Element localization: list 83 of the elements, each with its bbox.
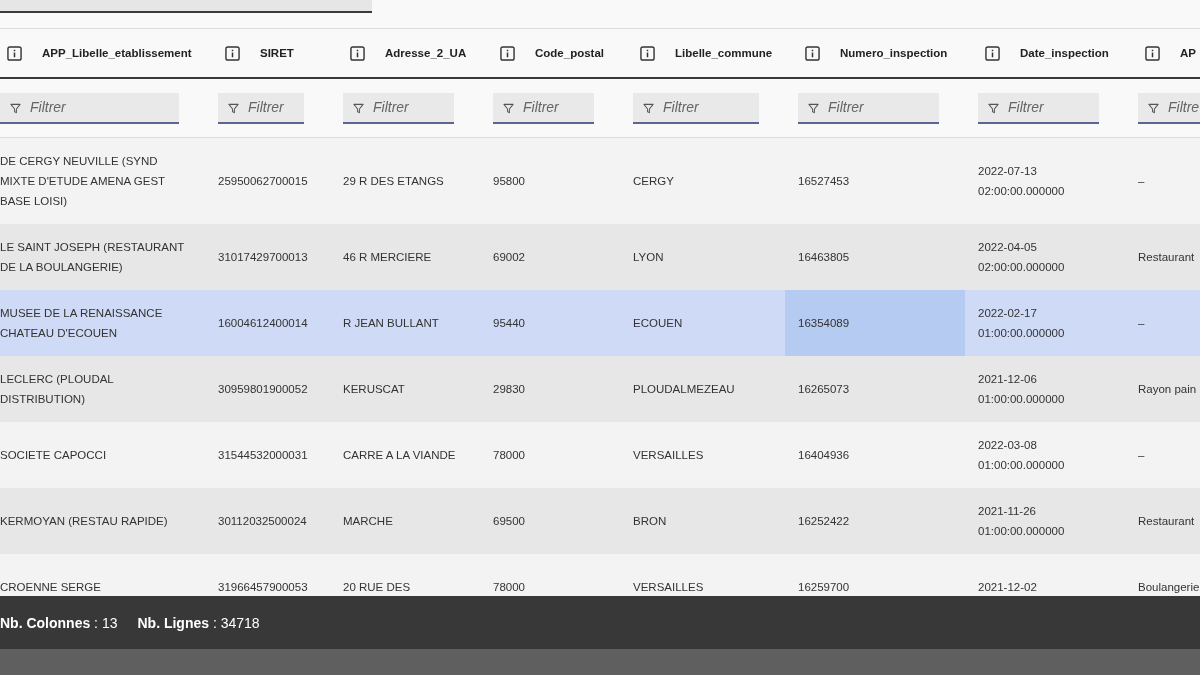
table-cell-text: VERSAILLES bbox=[633, 448, 704, 463]
info-icon[interactable] bbox=[805, 45, 820, 61]
filter-field[interactable]: Filtrer bbox=[633, 92, 759, 124]
table-cell-text: 16527453 bbox=[798, 174, 850, 189]
filter-field[interactable]: Filtrer bbox=[978, 92, 1099, 124]
table-cell-text: MARCHE bbox=[343, 514, 393, 529]
table-cell-text: R JEAN BULLANT bbox=[343, 316, 439, 331]
info-icon[interactable] bbox=[350, 45, 365, 61]
table-cell-text: 16259700 bbox=[798, 580, 850, 595]
table-cell-text: Rayon pain bbox=[1138, 382, 1197, 397]
status-text: Nb. Lignes : 34718 bbox=[137, 614, 260, 631]
table-cell-text: CROENNE SERGE bbox=[0, 580, 101, 595]
table-cell-text: LYON bbox=[633, 250, 664, 265]
filter-field[interactable]: Filtrer bbox=[798, 92, 939, 124]
info-icon[interactable] bbox=[640, 45, 655, 61]
table-cell-text: 16004612400014 bbox=[218, 316, 308, 331]
table-cell-text: 2021-12-02 bbox=[978, 580, 1037, 595]
table-cell-text: – bbox=[1138, 316, 1145, 331]
table-cell-text: 29830 bbox=[493, 382, 525, 397]
table-cell-text: 69500 bbox=[493, 514, 525, 529]
table-cell-text: Restaurant bbox=[1138, 250, 1195, 265]
filter-field[interactable]: Filtre bbox=[1138, 92, 1200, 124]
table-cell-text: 16265073 bbox=[798, 382, 850, 397]
column-header[interactable]: Code_postal bbox=[535, 47, 604, 59]
table-cell-text: 16252422 bbox=[798, 514, 850, 529]
table-cell-text: 95440 bbox=[493, 316, 525, 331]
table-cell-text: – bbox=[1138, 174, 1145, 189]
column-header[interactable]: AP bbox=[1180, 47, 1196, 59]
table-cell-text: CARRE A LA VIANDE bbox=[343, 448, 456, 463]
table-cell-text: DE CERGY NEUVILLE (SYND MIXTE D'ETUDE AMENA GEST BASE LOISI) bbox=[0, 154, 166, 209]
info-icon[interactable] bbox=[1145, 45, 1160, 61]
table-cell-text: Boulangerie bbox=[1138, 580, 1200, 595]
table-cell-text: – bbox=[1138, 448, 1145, 463]
table-cell-text: 69002 bbox=[493, 250, 525, 265]
table-cell-text: SOCIETE CAPOCCI bbox=[0, 448, 107, 463]
filter-field[interactable]: Filtrer bbox=[218, 92, 304, 124]
column-header[interactable]: Libelle_commune bbox=[675, 47, 773, 59]
table-cell-text: 95800 bbox=[493, 174, 525, 189]
table-cell-text: 2022-07-13 02:00:00.000000 bbox=[978, 164, 1066, 199]
select-field[interactable] bbox=[0, 0, 372, 13]
table-cell-text: KERUSCAT bbox=[343, 382, 405, 397]
table-cell-text: BRON bbox=[633, 514, 667, 529]
table-cell-text: VERSAILLES bbox=[633, 580, 704, 595]
table-cell-text: 78000 bbox=[493, 448, 525, 463]
table-cell-text: 2022-02-17 01:00:00.000000 bbox=[978, 306, 1066, 341]
info-icon[interactable] bbox=[225, 45, 240, 61]
table-cell-text: 2021-11-26 01:00:00.000000 bbox=[978, 504, 1066, 539]
table-cell-text: 31966457900053 bbox=[218, 580, 308, 595]
filter-field[interactable]: Filtrer bbox=[493, 92, 594, 124]
column-header[interactable]: APP_Libelle_etablissement bbox=[42, 47, 192, 59]
table-cell-text: 25950062700015 bbox=[218, 174, 308, 189]
column-header[interactable]: Numero_inspection bbox=[840, 47, 948, 59]
column-header[interactable]: Date_inspection bbox=[1020, 47, 1109, 59]
table-cell-text: 31017429700013 bbox=[218, 250, 308, 265]
table-cell-text: 46 R MERCIERE bbox=[343, 250, 432, 265]
table-cell-text: KERMOYAN (RESTAU RAPIDE) bbox=[0, 514, 168, 529]
table-cell-text: CERGY bbox=[633, 174, 674, 189]
table-cell-text: 31544532000031 bbox=[218, 448, 308, 463]
table-cell-text: LE SAINT JOSEPH (RESTAURANT DE LA BOULANGERIE) bbox=[0, 240, 186, 275]
table-cell-text: 30112032500024 bbox=[218, 514, 307, 529]
table-cell-text: 2022-03-08 01:00:00.000000 bbox=[978, 438, 1066, 473]
table-cell-text: 16404936 bbox=[798, 448, 850, 463]
table-cell-text: 20 RUE DES bbox=[343, 580, 411, 595]
table-cell-text: LECLERC (PLOUDAL DISTRIBUTION) bbox=[0, 372, 115, 407]
table-cell-text: 2021-12-06 01:00:00.000000 bbox=[978, 372, 1066, 407]
table-cell-text: 16354089 bbox=[798, 316, 850, 331]
table-cell-text: 16463805 bbox=[798, 250, 850, 265]
info-icon[interactable] bbox=[7, 45, 22, 61]
table-cell-text: 30959801900052 bbox=[218, 382, 308, 397]
column-header[interactable]: SIRET bbox=[260, 47, 294, 59]
info-icon[interactable] bbox=[985, 45, 1000, 61]
table-cell-text: 78000 bbox=[493, 580, 525, 595]
table-cell-text: 2022-04-05 02:00:00.000000 bbox=[978, 240, 1066, 275]
info-icon[interactable] bbox=[500, 45, 515, 61]
table-cell-text: MUSEE DE LA RENAISSANCE CHATEAU D'ECOUEN bbox=[0, 306, 164, 341]
status-text: Nb. Colonnes : 13 bbox=[0, 614, 118, 631]
table-cell-text: 29 R DES ETANGS bbox=[343, 174, 444, 189]
filter-field[interactable]: Filtrer bbox=[343, 92, 454, 124]
column-header[interactable]: Adresse_2_UA bbox=[385, 47, 467, 59]
table-cell-text: PLOUDALMEZEAU bbox=[633, 382, 735, 397]
filter-field[interactable]: Filtrer bbox=[0, 92, 179, 124]
table-cell-text: Restaurant bbox=[1138, 514, 1195, 529]
table-cell-text: ECOUEN bbox=[633, 316, 683, 331]
